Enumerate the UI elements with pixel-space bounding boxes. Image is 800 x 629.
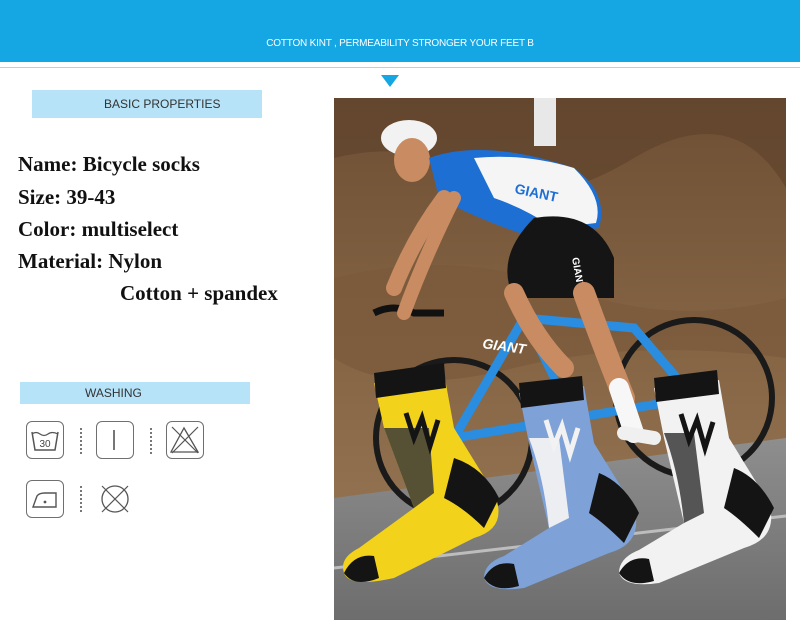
down-pointer-icon xyxy=(381,75,399,87)
separator-dots xyxy=(150,428,154,454)
hang-dry-icon xyxy=(96,421,134,459)
wash-30-icon: 30 xyxy=(26,421,64,459)
no-dry-clean-icon xyxy=(96,480,134,518)
spec-name: Name: Bicycle socks xyxy=(18,152,200,176)
wash-temp-label: 30 xyxy=(39,439,51,450)
washing-heading: WASHING xyxy=(20,382,250,404)
separator-dots xyxy=(80,486,84,512)
top-banner: COTTON KINT , PERMEABILITY STRONGER YOUR… xyxy=(0,0,800,62)
spec-material: Material: Nylon xyxy=(18,249,163,273)
spec-material-extra: Cotton + spandex xyxy=(120,281,278,305)
no-bleach-icon xyxy=(166,421,204,459)
banner-tagline: COTTON KINT , PERMEABILITY STRONGER YOUR… xyxy=(266,38,534,49)
spec-color: Color: multiselect xyxy=(18,217,179,241)
basic-properties-heading: BASIC PROPERTIES xyxy=(32,90,262,118)
iron-low-icon xyxy=(26,480,64,518)
separator-dots xyxy=(80,428,84,454)
banner-divider xyxy=(0,67,800,68)
spec-size: Size: 39-43 xyxy=(18,185,116,209)
product-photo: GIANT GIANT GIANT xyxy=(334,98,786,620)
